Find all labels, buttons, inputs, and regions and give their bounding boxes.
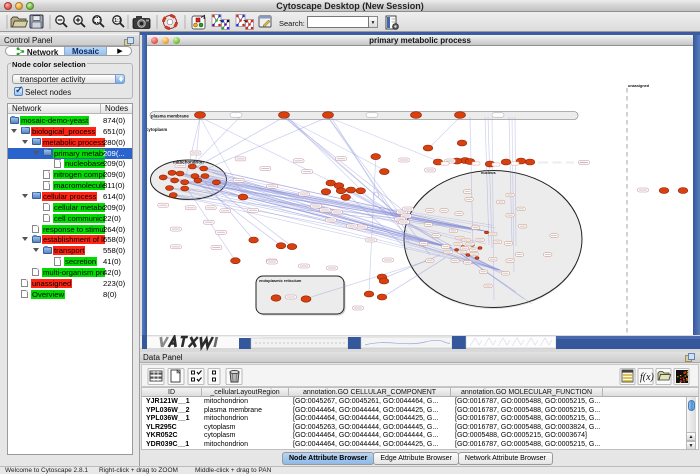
svg-text:1:1: 1:1: [114, 18, 121, 24]
svg-text:nucleus: nucleus: [481, 170, 496, 175]
svg-text:cytoplasm: cytoplasm: [147, 127, 167, 132]
svg-text:f(x): f(x): [640, 372, 655, 383]
svg-text:mitochondrion: mitochondrion: [173, 160, 204, 165]
svg-text:plasma membrane: plasma membrane: [151, 114, 189, 119]
svg-text:endoplasmic reticulum: endoplasmic reticulum: [259, 278, 302, 283]
svg-text:unassigned: unassigned: [628, 84, 650, 88]
